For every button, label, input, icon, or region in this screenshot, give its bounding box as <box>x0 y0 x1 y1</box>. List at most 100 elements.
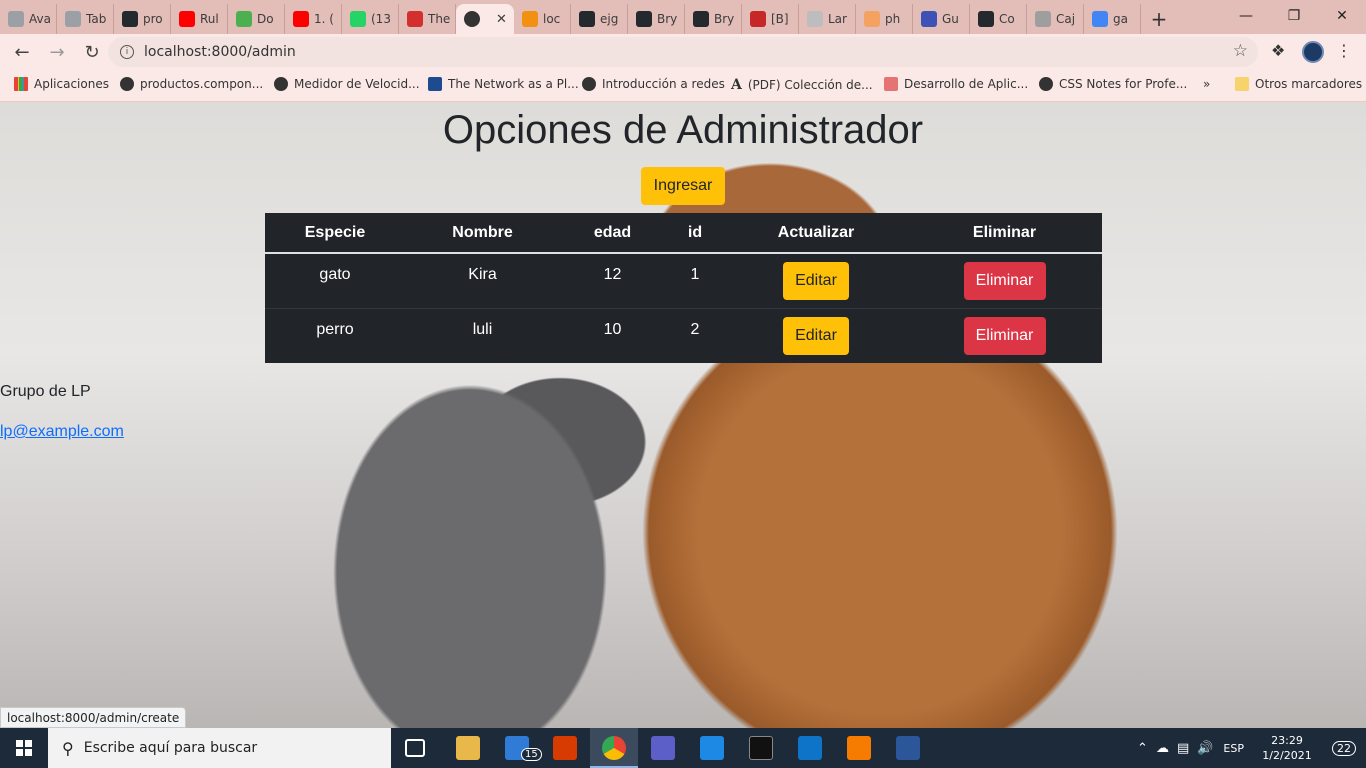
table-row: gato Kira 12 1 Editar Eliminar <box>265 252 1102 308</box>
bookmark-star-icon[interactable]: ☆ <box>1233 41 1248 61</box>
browser-tab[interactable]: Lar <box>799 4 856 34</box>
browser-tab[interactable]: Co <box>970 4 1027 34</box>
cell-nombre: Kira <box>405 252 560 308</box>
eliminar-button[interactable]: Eliminar <box>963 262 1046 300</box>
table-header-row: Especie Nombre edad id Actualizar Elimin… <box>265 213 1102 254</box>
browser-tab[interactable]: The <box>399 4 456 34</box>
tab-favicon-icon <box>122 11 138 27</box>
vscode-icon[interactable] <box>798 736 822 760</box>
restore-button[interactable]: ❐ <box>1270 0 1318 32</box>
media-player-icon[interactable] <box>700 736 724 760</box>
volume-icon[interactable]: 🔊 <box>1197 741 1213 756</box>
bookmark-css-notes[interactable]: CSS Notes for Profe... <box>1039 77 1187 91</box>
tab-favicon-icon <box>522 11 538 27</box>
address-text: localhost:8000/admin <box>144 44 296 60</box>
tab-favicon-icon <box>864 11 880 27</box>
cell-especie: gato <box>265 252 405 308</box>
start-button[interactable] <box>0 728 48 768</box>
profile-avatar[interactable] <box>1302 41 1324 63</box>
menu-kebab-icon[interactable]: ⋮ <box>1336 41 1352 60</box>
xampp-icon[interactable] <box>847 736 871 760</box>
column-header-actualizar: Actualizar <box>725 213 907 254</box>
tab-favicon-icon <box>65 11 81 27</box>
tab-title: Bry <box>657 12 678 26</box>
browser-tab[interactable]: ga <box>1084 4 1141 34</box>
academia-icon: A <box>731 77 742 93</box>
browser-tab[interactable]: ejg <box>571 4 628 34</box>
teams-icon[interactable] <box>651 736 675 760</box>
minimize-button[interactable]: — <box>1222 0 1270 32</box>
bookmark-label: The Network as a Pl... <box>448 77 579 91</box>
page-title: Opciones de Administrador <box>442 108 924 152</box>
terminal-icon[interactable] <box>749 736 773 760</box>
tab-title: pro <box>143 12 163 26</box>
browser-tab[interactable]: loc <box>514 4 571 34</box>
folder-icon <box>1235 77 1249 91</box>
tab-favicon-icon <box>807 11 823 27</box>
globe-icon <box>1039 77 1053 91</box>
tab-title: ph <box>885 12 901 26</box>
browser-tab[interactable]: Ava <box>0 4 57 34</box>
tab-title: [B] <box>771 12 789 26</box>
eliminar-button[interactable]: Eliminar <box>963 316 1046 355</box>
browser-tab[interactable]: Rul <box>171 4 228 34</box>
bookmark-productos[interactable]: productos.compon... <box>120 77 263 91</box>
taskbar-search-box[interactable]: ⚲ Escribe aquí para buscar <box>48 728 391 768</box>
office-icon[interactable] <box>553 736 577 760</box>
browser-tab[interactable]: Bry <box>628 4 685 34</box>
browser-tab[interactable]: pro <box>114 4 171 34</box>
browser-tab[interactable]: Gu <box>913 4 970 34</box>
browser-tab[interactable]: 1. ( <box>285 4 342 34</box>
browser-tab-active[interactable]: ✕ <box>456 4 514 34</box>
bookmarks-overflow-button[interactable]: » <box>1203 77 1210 91</box>
task-view-icon[interactable] <box>405 739 425 757</box>
chrome-taskbar-button[interactable] <box>590 728 638 768</box>
footer-email-link[interactable]: lp@example.com <box>0 423 124 441</box>
bookmark-introduccion[interactable]: Introducción a redes <box>582 77 725 91</box>
bookmark-pdf[interactable]: A (PDF) Colección de... <box>731 77 873 93</box>
chevron-up-icon[interactable]: ⌃ <box>1137 741 1148 756</box>
browser-tab[interactable]: ph <box>856 4 913 34</box>
tab-title: Tab <box>86 12 107 26</box>
bookmark-otros-marcadores[interactable]: Otros marcadores <box>1235 77 1362 91</box>
cp-icon <box>428 77 442 91</box>
address-bar[interactable]: i localhost:8000/admin ☆ <box>108 37 1258 67</box>
notifications-button[interactable]: 22 <box>1322 740 1366 756</box>
bookmark-aplicaciones[interactable]: Aplicaciones <box>14 77 109 91</box>
reload-button[interactable]: ↻ <box>76 36 108 68</box>
browser-tab[interactable]: Do <box>228 4 285 34</box>
extensions-puzzle-icon[interactable]: ❖ <box>1271 41 1285 60</box>
word-icon[interactable] <box>896 736 920 760</box>
tab-favicon-icon <box>693 11 709 27</box>
site-info-icon[interactable]: i <box>120 45 134 59</box>
language-indicator[interactable]: ESP <box>1223 742 1244 755</box>
bookmark-label: Desarrollo de Aplic... <box>904 77 1029 91</box>
browser-tab[interactable]: (13 <box>342 4 399 34</box>
new-tab-button[interactable]: + <box>1141 4 1177 34</box>
bookmark-desarrollo[interactable]: Desarrollo de Aplic... <box>884 77 1028 91</box>
editar-button[interactable]: Editar <box>783 316 849 355</box>
tab-favicon-icon <box>579 11 595 27</box>
page-viewport: Opciones de Administrador Ingresar Espec… <box>0 102 1366 728</box>
browser-tab[interactable]: [B] <box>742 4 799 34</box>
cell-nombre: luli <box>405 307 560 363</box>
bookmark-label: CSS Notes for Profe... <box>1059 77 1188 91</box>
mail-badge: 15 <box>521 748 542 761</box>
close-window-button[interactable]: ✕ <box>1318 0 1366 32</box>
ingresar-button[interactable]: Ingresar <box>641 167 725 205</box>
browser-tab[interactable]: Tab <box>57 4 114 34</box>
editar-button[interactable]: Editar <box>783 262 849 300</box>
browser-tab[interactable]: Bry <box>685 4 742 34</box>
tab-title: 1. ( <box>314 12 334 26</box>
forward-button[interactable]: → <box>41 36 73 68</box>
clock[interactable]: 23:29 1/2/2021 <box>1252 733 1322 763</box>
bookmark-label: productos.compon... <box>140 77 264 91</box>
browser-tab[interactable]: Caj <box>1027 4 1084 34</box>
network-icon[interactable]: ▤ <box>1177 741 1189 756</box>
close-tab-icon[interactable]: ✕ <box>496 12 507 27</box>
bookmark-network[interactable]: The Network as a Pl... <box>428 77 579 91</box>
back-button[interactable]: ← <box>6 36 38 68</box>
bookmark-medidor[interactable]: Medidor de Velocid... <box>274 77 420 91</box>
file-explorer-icon[interactable] <box>456 736 480 760</box>
onedrive-icon[interactable]: ☁ <box>1156 741 1169 756</box>
